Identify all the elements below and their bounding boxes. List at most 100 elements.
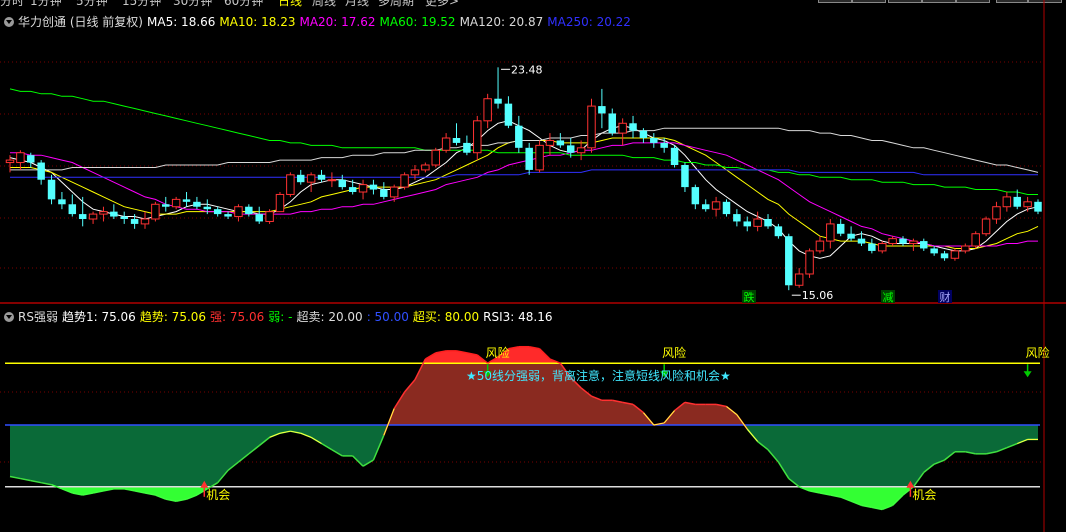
event-marker: 跌 [744,290,755,304]
candle-body [794,273,804,286]
candle-body [722,201,731,215]
candle-body [992,206,1001,220]
candle-body [421,164,430,171]
candle-body [629,123,637,131]
candle-body [400,174,409,188]
candle-body [899,238,907,244]
candle-body [774,226,783,237]
candle-body [711,201,721,210]
candle-body [483,98,492,122]
candle-body [670,147,679,165]
candle-body [452,138,461,143]
candle-body [909,240,918,245]
candle-body [868,243,876,251]
candle-body [650,138,658,143]
candle-body [16,152,25,164]
candle-body [99,211,108,215]
candle-body [348,187,357,192]
high-price-label: 23.48 [511,63,543,76]
ma-line-ma20 [10,142,1038,247]
candle-body [286,174,295,195]
candle-body [691,187,700,205]
ma-line-ma250 [10,169,1038,178]
candle-body [681,165,689,188]
candle-body [317,174,326,180]
ma-line-ma60 [9,88,1038,195]
candle-body [660,142,668,148]
candle-body [431,149,440,166]
candle-body [545,139,555,146]
candle-body [58,199,66,205]
candle-body [68,204,77,215]
candle-body [389,186,399,198]
candle-body [930,248,938,254]
candle-body [380,189,388,197]
candle-body [5,159,15,164]
risk-label: 风险 [486,345,510,360]
candle-body [857,238,866,244]
candle-body [535,144,544,171]
candle-body [162,204,170,207]
candle-body [556,140,565,146]
candle-body [265,211,274,222]
chart-svg: 23.48 15.06 跌 减 财风险 风险 风险机会 机会 ★50线分强弱，背离注意，注意短线… [0,0,1066,532]
candle-body [327,179,337,182]
candle-body [981,218,991,235]
candle-body [920,241,928,249]
candle-body [587,105,596,149]
candle-body [566,145,575,153]
ma-line-ma5 [9,120,1039,259]
candle-body [940,253,949,259]
candle-body [1013,196,1021,207]
candle-body [193,201,201,207]
candle-body [971,233,980,247]
candle-body [140,218,150,225]
candle-body [878,243,887,252]
candle-body [213,209,222,215]
candle-body [110,211,118,217]
risk-label: 风险 [662,345,686,360]
candle-body [182,199,191,202]
candle-body [701,204,710,210]
candle-body [78,214,87,219]
low-price-label: 15.06 [802,289,834,302]
candle-body [847,233,855,239]
candle-body [515,125,523,148]
chart-stage: 分时1分钟5分钟15分钟30分钟60分钟日线周线月线多周期更多>复权叠加多股统计… [0,0,1066,532]
candle-body [297,174,305,183]
candle-body [27,155,35,163]
candle-body [151,203,160,220]
candle-body [441,137,451,151]
candle-body [463,142,471,153]
candle-body [1002,196,1012,208]
candle-body [358,184,368,193]
candle-body [234,206,243,218]
candle-body [888,238,897,245]
candle-body [639,130,648,138]
candle-body [753,218,762,227]
event-marker: 减 [883,291,894,304]
candle-body [815,240,825,252]
candle-body [369,184,378,190]
candle-body [504,103,513,126]
candle-body [47,179,56,200]
candle-body [961,245,970,252]
candle-body [743,221,751,227]
candle-body [88,213,98,220]
candle-body [618,122,627,134]
candle-body [120,216,128,219]
chance-label: 机会 [206,488,230,502]
candle-body [203,206,212,210]
candle-body [826,223,835,242]
candle-body [171,198,181,208]
candle-body [1023,201,1032,208]
chance-label: 机会 [912,488,936,502]
candle-body [764,219,772,227]
candle-body [576,147,586,154]
candle-body [473,120,482,154]
rsi-note: ★50线分强弱，背离注意，注意短线风险和机会★ [466,368,731,383]
event-marker: 财 [940,290,951,304]
candle-body [733,214,741,222]
risk-label: 风险 [1026,345,1050,360]
candle-body [836,223,845,234]
